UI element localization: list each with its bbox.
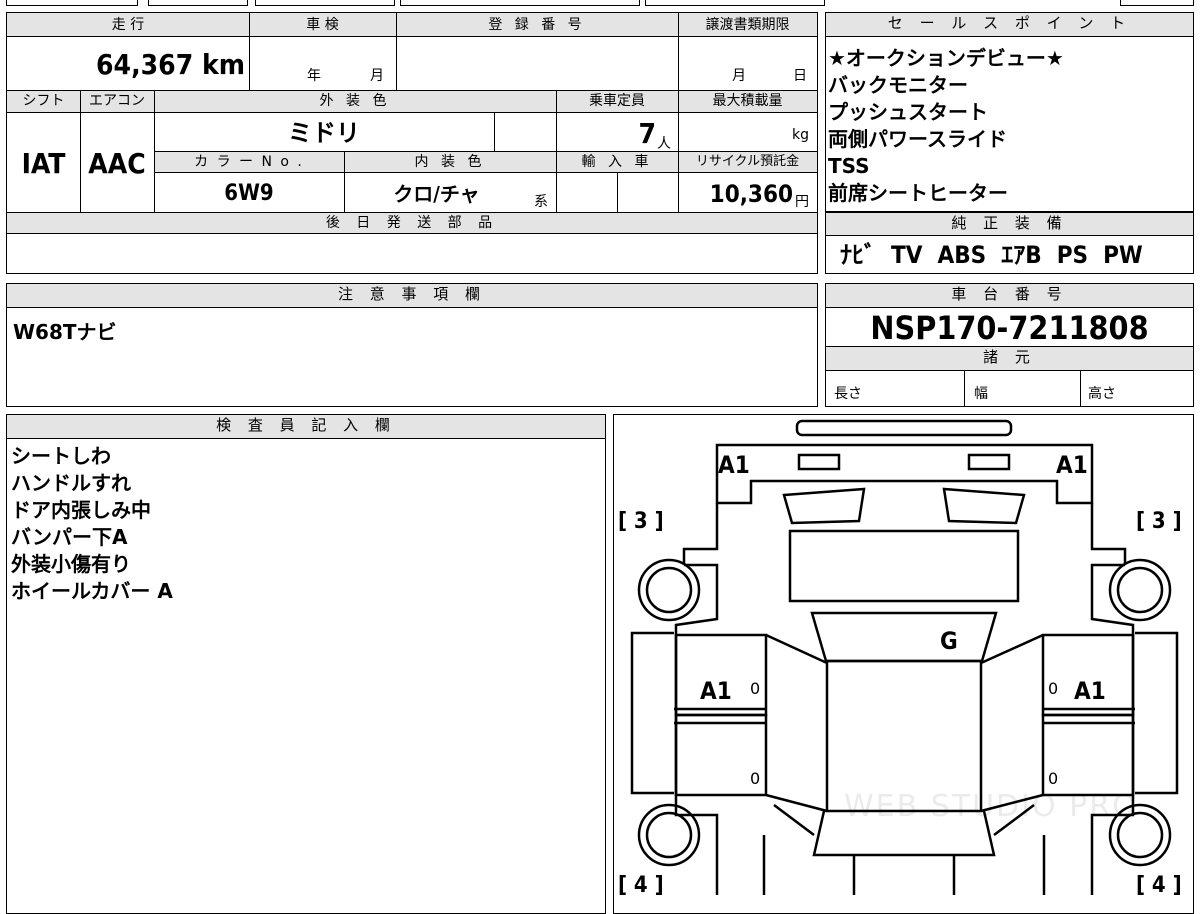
inspector-list: シートしわハンドルすれ ドア内張しみ中 バンパー下A 外装小傷有りホイールカバー A [7, 439, 605, 605]
vehicle-info-table: 走 行 車 検 登 録 番 号 譲渡書類期限 64,367 km 年 月 月 日… [6, 12, 818, 274]
notes-panel: 注 意 事 項 欄 W68Tナビ [6, 283, 818, 407]
mark-a1-front-left: A1 [718, 451, 750, 479]
transfer-deadline-label: 譲渡書類期限 [705, 17, 790, 33]
tread-rear-left: [ 4 ] [618, 873, 664, 898]
sales-points-label: セ ー ル ス ポ イ ン ト [826, 13, 1193, 37]
chassis-number: NSP170-7211808 [870, 309, 1149, 347]
chassis-label: 車 台 番 号 [826, 284, 1193, 308]
sales-point-item: TSS [828, 154, 870, 178]
damage-diagram: A1 A1 A1 A1 G [ 3 ] [ 3 ] [ 4 ] [ 4 ] 0 … [613, 414, 1194, 914]
zero-mark: 0 [750, 679, 761, 698]
sales-points-list: ★オークションデビュー★ バックモニター プッシュスタート 両側パワースライド TSS 前… [826, 37, 1193, 207]
watermark: WEB STUDIO PRO [844, 789, 1138, 824]
genuine-equipment-label: 純 正 装 備 [826, 212, 1193, 236]
inspector-note-item: 外装小傷有り [11, 552, 131, 576]
later-parts-label: 後 日 発 送 部 品 [325, 215, 499, 231]
sales-point-item: 前席シートヒーター [828, 181, 1008, 205]
notes-label: 注 意 事 項 欄 [7, 284, 817, 308]
registration-label: 登 録 番 号 [488, 17, 586, 33]
shaken-year: 年 [307, 68, 321, 84]
max-load-label: 最大積載量 [712, 93, 783, 109]
exterior-color-label: 外 装 色 [319, 93, 391, 109]
import-label: 輸 入 車 [581, 154, 653, 170]
mark-g: G [940, 627, 958, 655]
capacity-label: 乗車定員 [589, 93, 645, 109]
zero-mark: 0 [750, 769, 761, 788]
transfer-month: 月 [732, 68, 746, 84]
top-strip [0, 0, 1200, 8]
inspector-note-item: ホイールカバー A [11, 579, 173, 603]
specs-label: 諸 元 [826, 346, 1193, 371]
tread-front-left: [ 3 ] [618, 509, 664, 534]
tread-front-right: [ 3 ] [1136, 509, 1182, 534]
sales-point-item: ★オークションデビュー★ [828, 46, 1064, 70]
spec-width: 幅 [974, 386, 988, 402]
zero-mark: 0 [1048, 769, 1059, 788]
mileage-value: 64,367 km [96, 48, 245, 81]
sales-point-item: プッシュスタート [828, 100, 988, 124]
inspector-note-item: ドア内張しみ中 [11, 498, 151, 522]
genuine-equipment-value: ﾅﾋﾞ TV ABS ｴｱB PS PW [840, 241, 1143, 269]
shift-value: IAT [21, 147, 66, 180]
inspector-note-item: ハンドルすれ [11, 471, 131, 495]
aircon-label: エアコン [89, 93, 145, 109]
capacity-unit: 人 [657, 136, 671, 152]
interior-color-label: 内 装 色 [414, 154, 486, 170]
exterior-color-value: ミドリ [288, 119, 360, 147]
recycle-label: リサイクル預託金 [695, 154, 800, 169]
inspector-note-item: バンパー下A [11, 525, 128, 549]
aircon-value: AAC [88, 147, 146, 180]
inspector-label: 検 査 員 記 入 欄 [7, 415, 605, 439]
inspector-panel: 検 査 員 記 入 欄 シートしわハンドルすれ ドア内張しみ中 バンパー下A 外装小傷… [6, 414, 606, 914]
tread-rear-right: [ 4 ] [1136, 873, 1182, 898]
shaken-label: 車 検 [306, 17, 339, 33]
max-load-unit: kg [792, 127, 809, 143]
capacity-value: 7 [638, 117, 656, 150]
spec-height: 高さ [1088, 386, 1116, 402]
transfer-day: 日 [793, 68, 807, 84]
zero-mark: 0 [1048, 679, 1059, 698]
sales-point-item: バックモニター [828, 73, 968, 97]
spec-length: 長さ [834, 386, 862, 402]
shift-label: シフト [22, 93, 65, 109]
sales-point-item: 両側パワースライド [828, 127, 1007, 151]
mark-a1-front-right: A1 [1056, 451, 1088, 479]
car-outline [630, 419, 1179, 895]
chassis-panel: 車 台 番 号 NSP170-7211808 諸 元 長さ 幅 高さ [825, 283, 1194, 407]
color-no-label: カ ラ ー N o . [194, 154, 304, 170]
color-no-value: 6W9 [224, 181, 274, 206]
inspector-note-item: シートしわ [11, 444, 111, 468]
mark-a1-mid-left: A1 [700, 677, 732, 705]
genuine-equipment-panel: 純 正 装 備 ﾅﾋﾞ TV ABS ｴｱB PS PW [825, 212, 1194, 274]
sales-points-panel: セ ー ル ス ポ イ ン ト ★オークションデビュー★ バックモニター プッシュス… [825, 12, 1194, 212]
shaken-month: 月 [370, 68, 384, 84]
interior-color-suffix: 系 [534, 194, 548, 210]
notes-text: W68Tナビ [13, 320, 117, 344]
recycle-unit: 円 [795, 194, 809, 210]
mileage-label: 走 行 [111, 17, 145, 33]
mark-a1-mid-right: A1 [1074, 677, 1106, 705]
interior-color-value: クロ/チャ [393, 182, 480, 206]
recycle-value: 10,360 [709, 180, 793, 208]
